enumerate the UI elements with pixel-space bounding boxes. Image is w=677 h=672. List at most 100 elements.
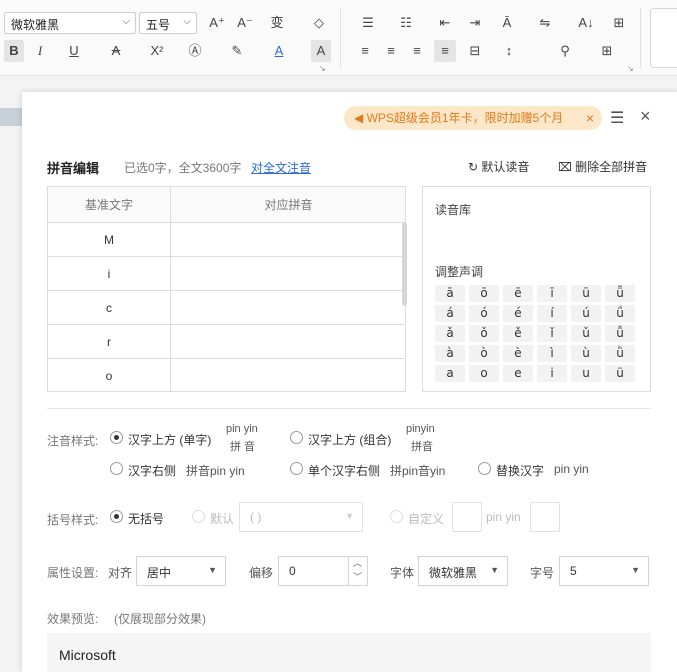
annotate-all-link[interactable]: 对全文注音 (251, 159, 311, 176)
shading-button[interactable]: ⚲ (552, 40, 578, 62)
custom-bracket-label[interactable]: 自定义 (408, 510, 444, 527)
tone-button[interactable]: ē (503, 285, 533, 302)
numbering-button[interactable]: ☷ (394, 12, 418, 34)
tone-button[interactable]: e (503, 365, 533, 382)
tone-button[interactable]: à (435, 345, 465, 362)
radio-above-combined[interactable] (290, 431, 303, 444)
align-left-button[interactable]: ≡ (354, 40, 376, 62)
underline-button[interactable]: U (60, 40, 88, 62)
tone-button[interactable]: ǐ (537, 325, 567, 342)
custom-left-bracket-input[interactable] (452, 502, 482, 532)
tone-button[interactable]: ǜ (605, 345, 635, 362)
tone-button[interactable]: ó (469, 305, 499, 322)
option-above-single-label[interactable]: 汉字上方 (单字) (128, 431, 211, 448)
font-select[interactable]: 微软雅黑 ▼ (418, 556, 508, 586)
shrink-font-button[interactable]: A⁻ (234, 12, 256, 34)
tone-button[interactable]: é (503, 305, 533, 322)
close-icon[interactable]: × (586, 106, 594, 130)
font-name-select[interactable]: 微软雅黑 ⌵ (4, 12, 136, 34)
highlight-button[interactable]: ✎ (226, 40, 248, 62)
bold-button[interactable]: B (4, 40, 24, 62)
bullets-button[interactable]: ☰ (356, 12, 380, 34)
size-select[interactable]: 5 ▼ (559, 556, 649, 586)
superscript-button[interactable]: X² (144, 40, 170, 62)
font-dialog-launcher-icon[interactable]: ↘ (319, 64, 326, 73)
default-bracket-label[interactable]: 默认 (210, 510, 234, 527)
chevron-up-icon[interactable]: ︿ (349, 556, 366, 570)
option-single-char-right-label[interactable]: 单个汉字右侧 (308, 462, 380, 479)
radio-default-bracket[interactable] (192, 510, 205, 523)
text-effect-button[interactable]: Ⓐ (184, 40, 206, 62)
radio-custom-bracket[interactable] (390, 510, 403, 523)
font-color-button[interactable]: A (268, 40, 290, 62)
tone-button[interactable]: o (469, 365, 499, 382)
strikethrough-button[interactable]: A (104, 40, 128, 62)
tone-button[interactable]: á (435, 305, 465, 322)
close-icon[interactable]: × (640, 106, 651, 127)
align-right-button[interactable]: ≡ (406, 40, 428, 62)
tone-button[interactable]: ō (469, 285, 499, 302)
char-shading-button[interactable]: A (311, 40, 331, 62)
align-center-button[interactable]: ≡ (380, 40, 402, 62)
option-above-combined-label[interactable]: 汉字上方 (组合) (308, 431, 391, 448)
tone-button[interactable]: a (435, 365, 465, 382)
text-direction-button[interactable]: ⇋ (532, 12, 558, 34)
tone-button[interactable]: ě (503, 325, 533, 342)
tone-button[interactable]: ǔ (571, 325, 601, 342)
radio-right-side[interactable] (110, 462, 123, 475)
default-bracket-select[interactable]: ( ) ▼ (239, 502, 363, 532)
radio-above-single[interactable] (110, 431, 123, 444)
tone-button[interactable]: ú (571, 305, 601, 322)
align-select[interactable]: 居中 ▼ (136, 556, 226, 586)
chevron-down-icon[interactable]: ﹀ (349, 570, 366, 584)
borders-button[interactable]: ⊞ (594, 40, 620, 62)
sort-button[interactable]: A↓ (574, 12, 598, 34)
tone-button[interactable]: ǘ (605, 305, 635, 322)
paragraph-dialog-launcher-icon[interactable]: ↘ (627, 64, 634, 73)
default-reading-button[interactable]: ↻ 默认读音 (468, 158, 529, 175)
tone-button[interactable]: ǎ (435, 325, 465, 342)
option-right-side-label[interactable]: 汉字右侧 (128, 462, 176, 479)
text-case-button[interactable]: Ā (494, 12, 520, 34)
decrease-indent-button[interactable]: ⇤ (434, 12, 456, 34)
tone-button[interactable]: è (503, 345, 533, 362)
increase-indent-button[interactable]: ⇥ (464, 12, 486, 34)
radio-replace-char[interactable] (478, 462, 491, 475)
tone-button[interactable]: ī (537, 285, 567, 302)
no-bracket-label[interactable]: 无括号 (128, 510, 164, 527)
offset-spinner[interactable]: ︿ ﹀ (348, 556, 366, 586)
show-marks-button[interactable]: ⊞ (608, 12, 630, 34)
option-replace-char-label[interactable]: 替换汉字 (496, 462, 544, 479)
justify-button[interactable]: ≡ (434, 40, 456, 62)
custom-right-bracket-input[interactable] (530, 502, 560, 532)
tone-button[interactable]: ǚ (605, 325, 635, 342)
tone-button[interactable]: í (537, 305, 567, 322)
tone-button[interactable]: ǖ (605, 285, 635, 302)
tone-button[interactable]: ū (571, 285, 601, 302)
tone-button[interactable]: ü (605, 365, 635, 382)
tone-button[interactable]: ǒ (469, 325, 499, 342)
table-row[interactable]: c (48, 291, 405, 325)
font-size-select[interactable]: 五号 ⌵ (139, 12, 197, 34)
distributed-button[interactable]: ⊟ (464, 40, 486, 62)
grow-font-button[interactable]: A⁺ (206, 12, 228, 34)
tone-button[interactable]: ì (537, 345, 567, 362)
radio-single-char-right[interactable] (290, 462, 303, 475)
style-gallery[interactable] (650, 8, 677, 68)
italic-button[interactable]: I (30, 40, 50, 62)
table-row[interactable]: M (48, 223, 405, 257)
table-scrollbar[interactable] (402, 222, 407, 306)
tone-button[interactable]: ù (571, 345, 601, 362)
menu-icon[interactable]: ☰ (610, 108, 624, 128)
tone-button[interactable]: i (537, 365, 567, 382)
eraser-icon[interactable]: ◇ (308, 12, 330, 34)
line-spacing-button[interactable]: ↕ (496, 40, 522, 62)
table-row[interactable]: i (48, 257, 405, 291)
delete-all-pinyin-button[interactable]: ⌧ 删除全部拼音 (558, 158, 647, 175)
table-row[interactable]: o (48, 359, 405, 391)
radio-no-bracket[interactable] (110, 510, 123, 523)
tone-button[interactable]: u (571, 365, 601, 382)
tone-button[interactable]: ā (435, 285, 465, 302)
promo-banner[interactable]: ◀︎ WPS超级会员1年卡，限时加赠5个月 × (344, 106, 602, 130)
phonetic-guide-button[interactable]: 变 (262, 12, 292, 34)
